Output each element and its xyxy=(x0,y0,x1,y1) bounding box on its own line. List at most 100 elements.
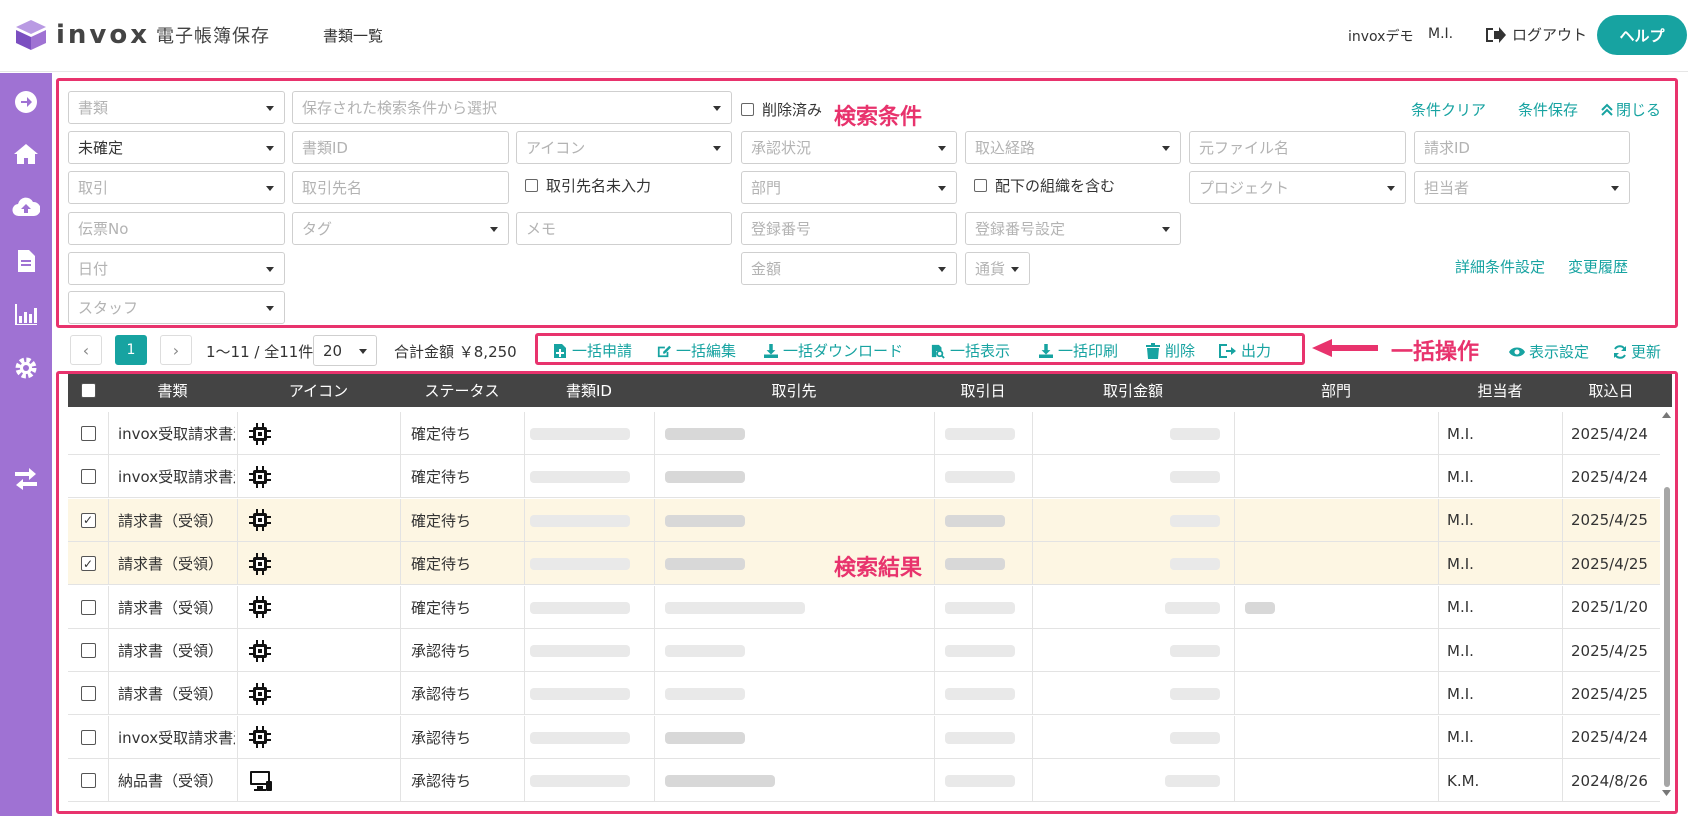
row-select-cell[interactable] xyxy=(68,586,108,629)
doc-type-cell[interactable]: 納品書（受領） xyxy=(118,759,235,802)
row-checkbox[interactable] xyxy=(80,686,96,702)
detail-conditions-link[interactable]: 詳細条件設定 xyxy=(1455,256,1545,277)
memo-input[interactable]: メモ xyxy=(516,212,732,245)
table-row[interactable]: 請求書（受領） 承認待ち M.I. 2025/4/25 xyxy=(68,629,1660,672)
col-import-date[interactable]: 取込日 xyxy=(1562,374,1660,407)
row-select-cell[interactable] xyxy=(68,455,108,498)
icon-select[interactable]: アイコン xyxy=(516,131,732,164)
doc-type-cell[interactable]: 請求書（受領） xyxy=(118,499,235,542)
refresh-link[interactable]: 更新 xyxy=(1613,341,1661,362)
table-row[interactable]: 納品書（受領） 承認待ち K.M. 2024/8/26 xyxy=(68,759,1660,803)
saved-condition-select[interactable]: 保存された検索条件から選択 xyxy=(292,91,732,124)
col-status[interactable]: ステータス xyxy=(400,374,524,407)
row-select-cell[interactable] xyxy=(68,412,108,455)
department-select[interactable]: 部門 xyxy=(741,171,957,204)
doc-id-input[interactable]: 書類ID xyxy=(292,131,509,164)
col-doc-id[interactable]: 書類ID xyxy=(524,374,654,407)
tag-select[interactable]: タグ xyxy=(292,212,509,245)
document-icon[interactable] xyxy=(12,247,40,275)
doc-type-cell[interactable]: invox受取請求書送付 xyxy=(118,455,235,498)
cloud-upload-icon[interactable] xyxy=(12,193,40,221)
col-department[interactable]: 部門 xyxy=(1234,374,1438,407)
export-button[interactable]: 出力 xyxy=(1218,340,1271,361)
col-doc[interactable]: 書類 xyxy=(108,374,237,407)
row-select-cell[interactable] xyxy=(68,672,108,715)
bulk-download-button[interactable]: 一括ダウンロード xyxy=(764,340,903,361)
reg-setting-select[interactable]: 登録番号設定 xyxy=(965,212,1181,245)
col-person[interactable]: 担当者 xyxy=(1438,374,1562,407)
project-select[interactable]: プロジェクト xyxy=(1189,171,1406,204)
change-history-link[interactable]: 変更履歴 xyxy=(1568,256,1628,277)
gear-icon[interactable] xyxy=(12,354,40,382)
row-checkbox[interactable]: ✓ xyxy=(80,556,96,572)
table-row[interactable]: 請求書（受領） 承認待ち M.I. 2025/4/25 xyxy=(68,672,1660,716)
row-select-cell[interactable] xyxy=(68,759,108,802)
scroll-up-icon[interactable] xyxy=(1661,411,1672,419)
include-sub-checkbox[interactable]: 配下の組織を含む xyxy=(974,175,1115,196)
table-row[interactable]: invox受取請求書送付 確定待ち M.I. 2025/4/24 xyxy=(68,412,1660,455)
currency-select[interactable]: 通貨 xyxy=(965,252,1030,285)
source-file-input[interactable]: 元ファイル名 xyxy=(1189,131,1406,164)
row-select-cell[interactable] xyxy=(68,629,108,672)
bulk-edit-button[interactable]: 一括編集 xyxy=(657,340,736,361)
col-icon[interactable]: アイコン xyxy=(237,374,400,407)
app-logo[interactable]: invox 電子帳簿保存 xyxy=(14,18,270,52)
per-page-select[interactable]: 20 xyxy=(313,335,377,366)
deal-select[interactable]: 取引 xyxy=(68,171,285,204)
partner-empty-checkbox[interactable]: 取引先名未入力 xyxy=(525,175,651,196)
slip-no-input[interactable]: 伝票No xyxy=(68,212,285,245)
doc-type-cell[interactable]: invox受取請求書送付 xyxy=(118,716,235,759)
doc-type-cell[interactable]: invox受取請求書送付 xyxy=(118,412,235,455)
person-select[interactable]: 担当者 xyxy=(1414,171,1630,204)
page-1-button[interactable]: 1 xyxy=(115,335,147,365)
row-select-cell[interactable]: ✓ xyxy=(68,542,108,585)
doc-type-cell[interactable]: 請求書（受領） xyxy=(118,629,235,672)
table-scrollbar[interactable] xyxy=(1661,407,1672,801)
logout-button[interactable]: ログアウト xyxy=(1484,24,1587,45)
arrow-right-circle-icon[interactable] xyxy=(12,88,40,116)
row-checkbox[interactable] xyxy=(80,599,96,615)
row-checkbox[interactable] xyxy=(80,729,96,745)
bulk-view-button[interactable]: 一括表示 xyxy=(931,340,1010,361)
select-all-checkbox[interactable] xyxy=(80,383,96,398)
deleted-checkbox[interactable]: 削除済み xyxy=(741,99,822,120)
col-partner[interactable]: 取引先 xyxy=(654,374,934,407)
row-select-cell[interactable] xyxy=(68,716,108,759)
date-select[interactable]: 日付 xyxy=(68,252,285,285)
amount-select[interactable]: 金額 xyxy=(741,252,957,285)
help-button[interactable]: ヘルプ xyxy=(1597,15,1687,55)
row-checkbox[interactable] xyxy=(80,469,96,485)
transfer-icon[interactable] xyxy=(12,464,40,492)
reg-no-input[interactable]: 登録番号 xyxy=(741,212,957,245)
approval-select[interactable]: 承認状況 xyxy=(741,131,957,164)
table-row[interactable]: ✓ 請求書（受領） 確定待ち M.I. 2025/4/25 xyxy=(68,498,1660,542)
row-checkbox[interactable] xyxy=(80,643,96,658)
status-select[interactable]: 未確定 xyxy=(68,131,285,164)
table-row[interactable]: invox受取請求書送付 承認待ち M.I. 2025/4/24 xyxy=(68,715,1660,759)
save-conditions-link[interactable]: 条件保存 xyxy=(1518,99,1578,120)
request-id-input[interactable]: 請求ID xyxy=(1414,131,1630,164)
row-checkbox[interactable] xyxy=(80,773,96,789)
prev-page-button[interactable]: ‹ xyxy=(70,335,102,365)
staff-select[interactable]: スタッフ xyxy=(68,291,285,324)
doc-type-cell[interactable]: 請求書（受領） xyxy=(118,542,235,585)
scrollbar-thumb[interactable] xyxy=(1664,487,1670,787)
col-deal-date[interactable]: 取引日 xyxy=(934,374,1032,407)
doc-type-cell[interactable]: 請求書（受領） xyxy=(118,586,235,629)
table-row[interactable]: 請求書（受領） 確定待ち M.I. 2025/1/20 xyxy=(68,585,1660,629)
next-page-button[interactable]: › xyxy=(160,335,192,365)
home-icon[interactable] xyxy=(12,140,40,168)
display-settings-link[interactable]: 表示設定 xyxy=(1509,341,1589,362)
nav-document-list[interactable]: 書類一覧 xyxy=(323,25,383,46)
partner-name-input[interactable]: 取引先名 xyxy=(292,171,509,204)
doc-type-cell[interactable]: 請求書（受領） xyxy=(118,672,235,715)
col-amount[interactable]: 取引金額 xyxy=(1032,374,1234,407)
row-select-cell[interactable]: ✓ xyxy=(68,499,108,542)
clear-conditions-link[interactable]: 条件クリア xyxy=(1411,99,1486,120)
select-all-cell[interactable] xyxy=(68,374,108,407)
row-checkbox[interactable]: ✓ xyxy=(80,512,96,528)
scroll-down-icon[interactable] xyxy=(1661,789,1672,797)
close-panel-link[interactable]: 閉じる xyxy=(1601,99,1661,120)
import-route-select[interactable]: 取込経路 xyxy=(965,131,1181,164)
chart-icon[interactable] xyxy=(12,300,40,328)
